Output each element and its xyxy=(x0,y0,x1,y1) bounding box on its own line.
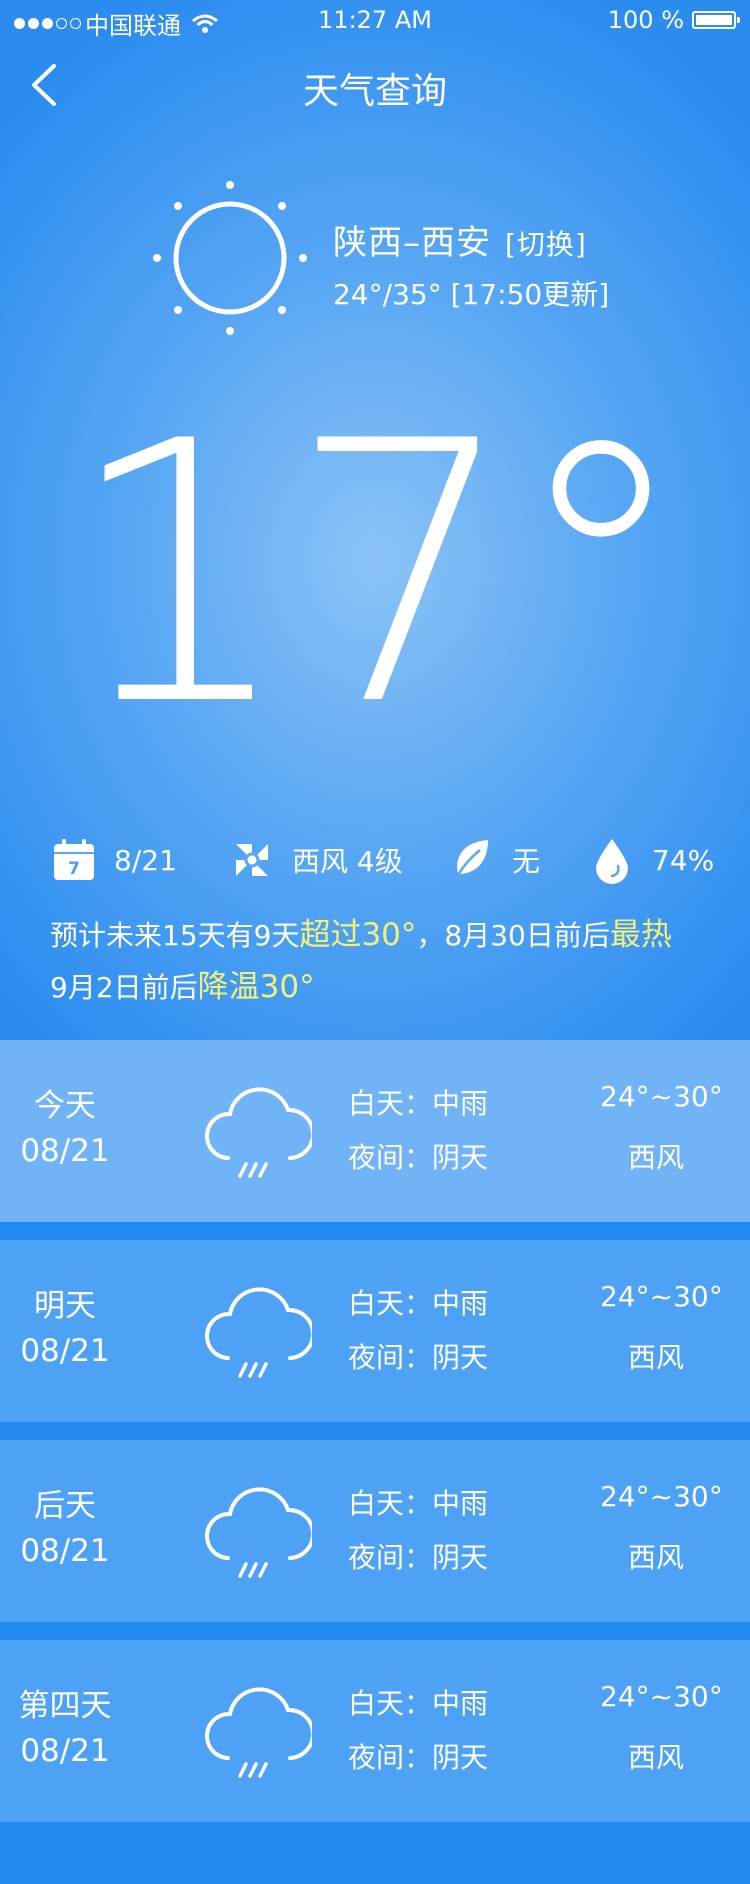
forecast-row[interactable]: 后天 08/21 白天：中雨 夜间：阴天 24°~30° 西风 xyxy=(0,1440,750,1622)
info-date: 7 8/21 xyxy=(50,836,177,884)
forecast-day-weather: 白天：中雨 xyxy=(348,1287,489,1320)
forecast-temp: 24°~30° xyxy=(600,1280,723,1313)
forecast-date: 08/21 xyxy=(20,1533,110,1569)
tip-highlight: 超过30° xyxy=(299,917,417,953)
info-rain-text: 无 xyxy=(512,845,541,878)
forecast-tip-line1: 预计未来15天有9天超过30°，8月30日前后最热 xyxy=(50,910,672,961)
forecast-day: 今天 xyxy=(34,1088,96,1124)
forecast-date: 08/21 xyxy=(20,1733,110,1769)
rain-cloud-icon xyxy=(205,1687,312,1778)
tip-text: 预计未来15天有9天 xyxy=(50,919,300,952)
forecast-temp: 24°~30° xyxy=(600,1080,723,1113)
forecast-wind: 西风 xyxy=(628,1541,685,1574)
calendar-icon: 7 xyxy=(54,839,94,880)
forecast-date: 08/21 xyxy=(20,1133,110,1169)
forecast-day: 明天 xyxy=(34,1288,96,1324)
info-humidity-text: 74% xyxy=(652,843,715,877)
tip-text: ，8月30日前后 xyxy=(416,919,610,952)
forecast-day-weather: 白天：中雨 xyxy=(348,1087,489,1120)
water-drop-icon xyxy=(596,839,628,884)
info-rain: 无 xyxy=(448,836,540,884)
forecast-night-weather: 夜间：阴天 xyxy=(348,1541,489,1574)
forecast-night-weather: 夜间：阴天 xyxy=(348,1141,489,1174)
info-date-text: 8/21 xyxy=(114,843,177,877)
page-title: 天气查询 xyxy=(302,71,447,112)
tip-highlight: 最热 xyxy=(609,917,672,953)
forecast-day: 第四天 xyxy=(18,1688,112,1724)
leaf-icon xyxy=(452,840,488,883)
temp-range-updated: 24°/35° [17:50更新] xyxy=(333,278,610,311)
tip-text: 9月2日前后 xyxy=(50,971,198,1004)
forecast-night-weather: 夜间：阴天 xyxy=(348,1741,489,1774)
sun-icon xyxy=(153,181,307,335)
forecast-day: 后天 xyxy=(34,1488,96,1524)
forecast-tip-line2: 9月2日前后降温30° xyxy=(50,962,315,1013)
rain-cloud-icon xyxy=(205,1087,312,1178)
forecast-temp: 24°~30° xyxy=(600,1680,723,1713)
battery-icon xyxy=(692,11,740,29)
info-humidity: 74% xyxy=(588,836,714,884)
rain-cloud-icon xyxy=(205,1287,312,1378)
tip-highlight: 降温30° xyxy=(197,969,315,1005)
forecast-wind: 西风 xyxy=(628,1741,685,1774)
status-bar: 中国联通 11:27 AM 100 % xyxy=(0,0,750,40)
forecast-temp: 24°~30° xyxy=(600,1480,723,1513)
forecast-row[interactable]: 今天 08/21 白天：中雨 夜间：阴天 24°~30° 西风 xyxy=(0,1040,750,1222)
battery-info: 100 % xyxy=(607,6,740,34)
switch-city-button[interactable]: [切换] xyxy=(505,228,587,261)
forecast-day-weather: 白天：中雨 xyxy=(348,1687,489,1720)
forecast-night-weather: 夜间：阴天 xyxy=(348,1341,489,1374)
forecast-row[interactable]: 第四天 08/21 白天：中雨 夜间：阴天 24°~30° 西风 xyxy=(0,1640,750,1822)
battery-percent: 100 % xyxy=(607,6,684,34)
calendar-day: 7 xyxy=(68,859,80,879)
info-wind-text: 西风 4级 xyxy=(292,845,403,878)
forecast-wind: 西风 xyxy=(628,1141,685,1174)
forecast-day-weather: 白天：中雨 xyxy=(348,1487,489,1520)
forecast-wind: 西风 xyxy=(628,1341,685,1374)
location-label: 陕西–西安 [切换] xyxy=(333,215,587,264)
info-wind: 西风 4级 xyxy=(228,836,403,884)
current-temperature: 17° xyxy=(64,365,691,784)
forecast-row[interactable]: 明天 08/21 白天：中雨 夜间：阴天 24°~30° 西风 xyxy=(0,1240,750,1422)
city-name: 陕西–西安 xyxy=(333,223,491,263)
forecast-date: 08/21 xyxy=(20,1333,110,1369)
rain-cloud-icon xyxy=(205,1487,312,1578)
pinwheel-icon xyxy=(236,844,268,876)
